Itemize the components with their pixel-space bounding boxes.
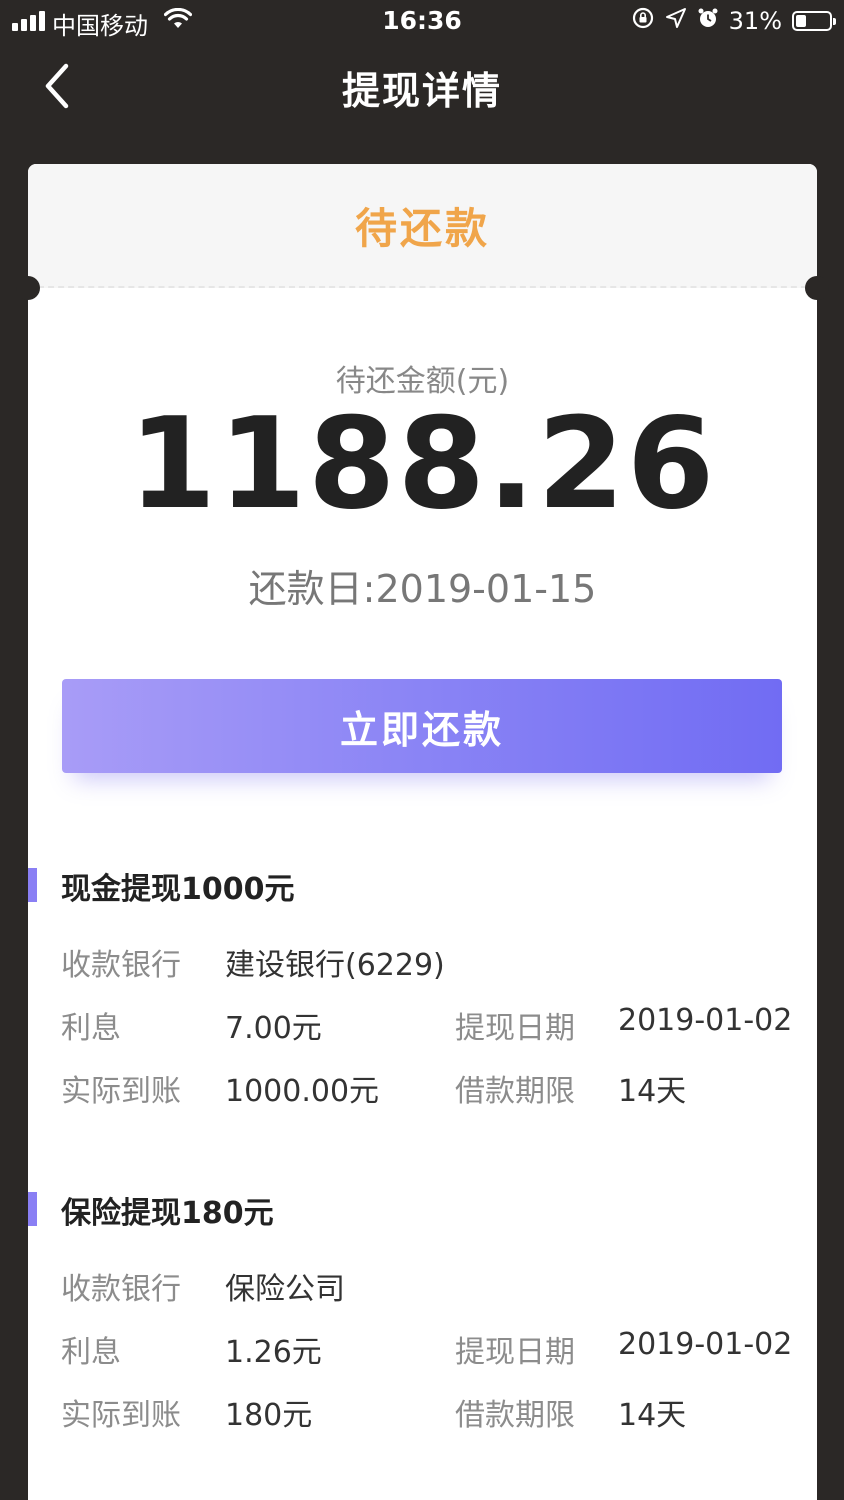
- bank-value: 建设银行(6229): [225, 948, 445, 983]
- page-title: 提现详情: [341, 69, 502, 113]
- withdraw-date-label: 提现日期: [455, 1011, 575, 1046]
- withdraw-date-label: 提现日期: [455, 1335, 575, 1370]
- section-title-text: 现金提现1000元: [61, 872, 295, 907]
- alarm-icon: [697, 7, 719, 35]
- interest-label: 利息: [61, 1011, 121, 1046]
- interest-value: 7.00元: [225, 1011, 322, 1046]
- received-label: 实际到账: [61, 1074, 181, 1109]
- status-label: 待还款: [354, 203, 490, 253]
- section-accent-bar: [28, 868, 37, 902]
- received-value: 180元: [225, 1398, 313, 1433]
- interest-label: 利息: [61, 1335, 121, 1370]
- rotation-lock-icon: [631, 6, 655, 36]
- repay-now-button[interactable]: 立即还款: [62, 679, 782, 773]
- nav-bar: 提现详情: [0, 42, 844, 130]
- bank-value: 保险公司: [225, 1272, 345, 1307]
- withdrawal-card: 待还款 待还金额(元) 1188.26 还款日:2019-01-15 立即还款 …: [28, 164, 817, 1500]
- card-header: 待还款: [28, 164, 817, 288]
- loan-term-value: 14天: [618, 1074, 687, 1109]
- loan-term-label: 借款期限: [455, 1074, 575, 1109]
- status-right: 31%: [631, 6, 836, 36]
- status-bar: 中国移动 16:36 31%: [0, 0, 844, 42]
- interest-value: 1.26元: [225, 1335, 322, 1370]
- section-title-text: 保险提现180元: [61, 1196, 274, 1231]
- battery-icon: [792, 11, 836, 31]
- loan-term-value: 14天: [618, 1398, 687, 1433]
- bank-label: 收款银行: [61, 1272, 181, 1307]
- withdraw-date-value: 2019-01-02: [618, 1003, 793, 1038]
- battery-percent: 31%: [728, 7, 782, 35]
- loan-term-label: 借款期限: [455, 1398, 575, 1433]
- due-date: 还款日:2019-01-15: [248, 567, 597, 611]
- bank-label: 收款银行: [61, 948, 181, 983]
- ticket-notch-left: [16, 276, 40, 300]
- ticket-notch-right: [805, 276, 829, 300]
- withdraw-date-value: 2019-01-02: [618, 1327, 793, 1362]
- location-icon: [665, 7, 687, 35]
- section-accent-bar: [28, 1192, 37, 1226]
- amount-due: 1188.26: [128, 390, 717, 537]
- received-label: 实际到账: [61, 1398, 181, 1433]
- received-value: 1000.00元: [225, 1074, 380, 1109]
